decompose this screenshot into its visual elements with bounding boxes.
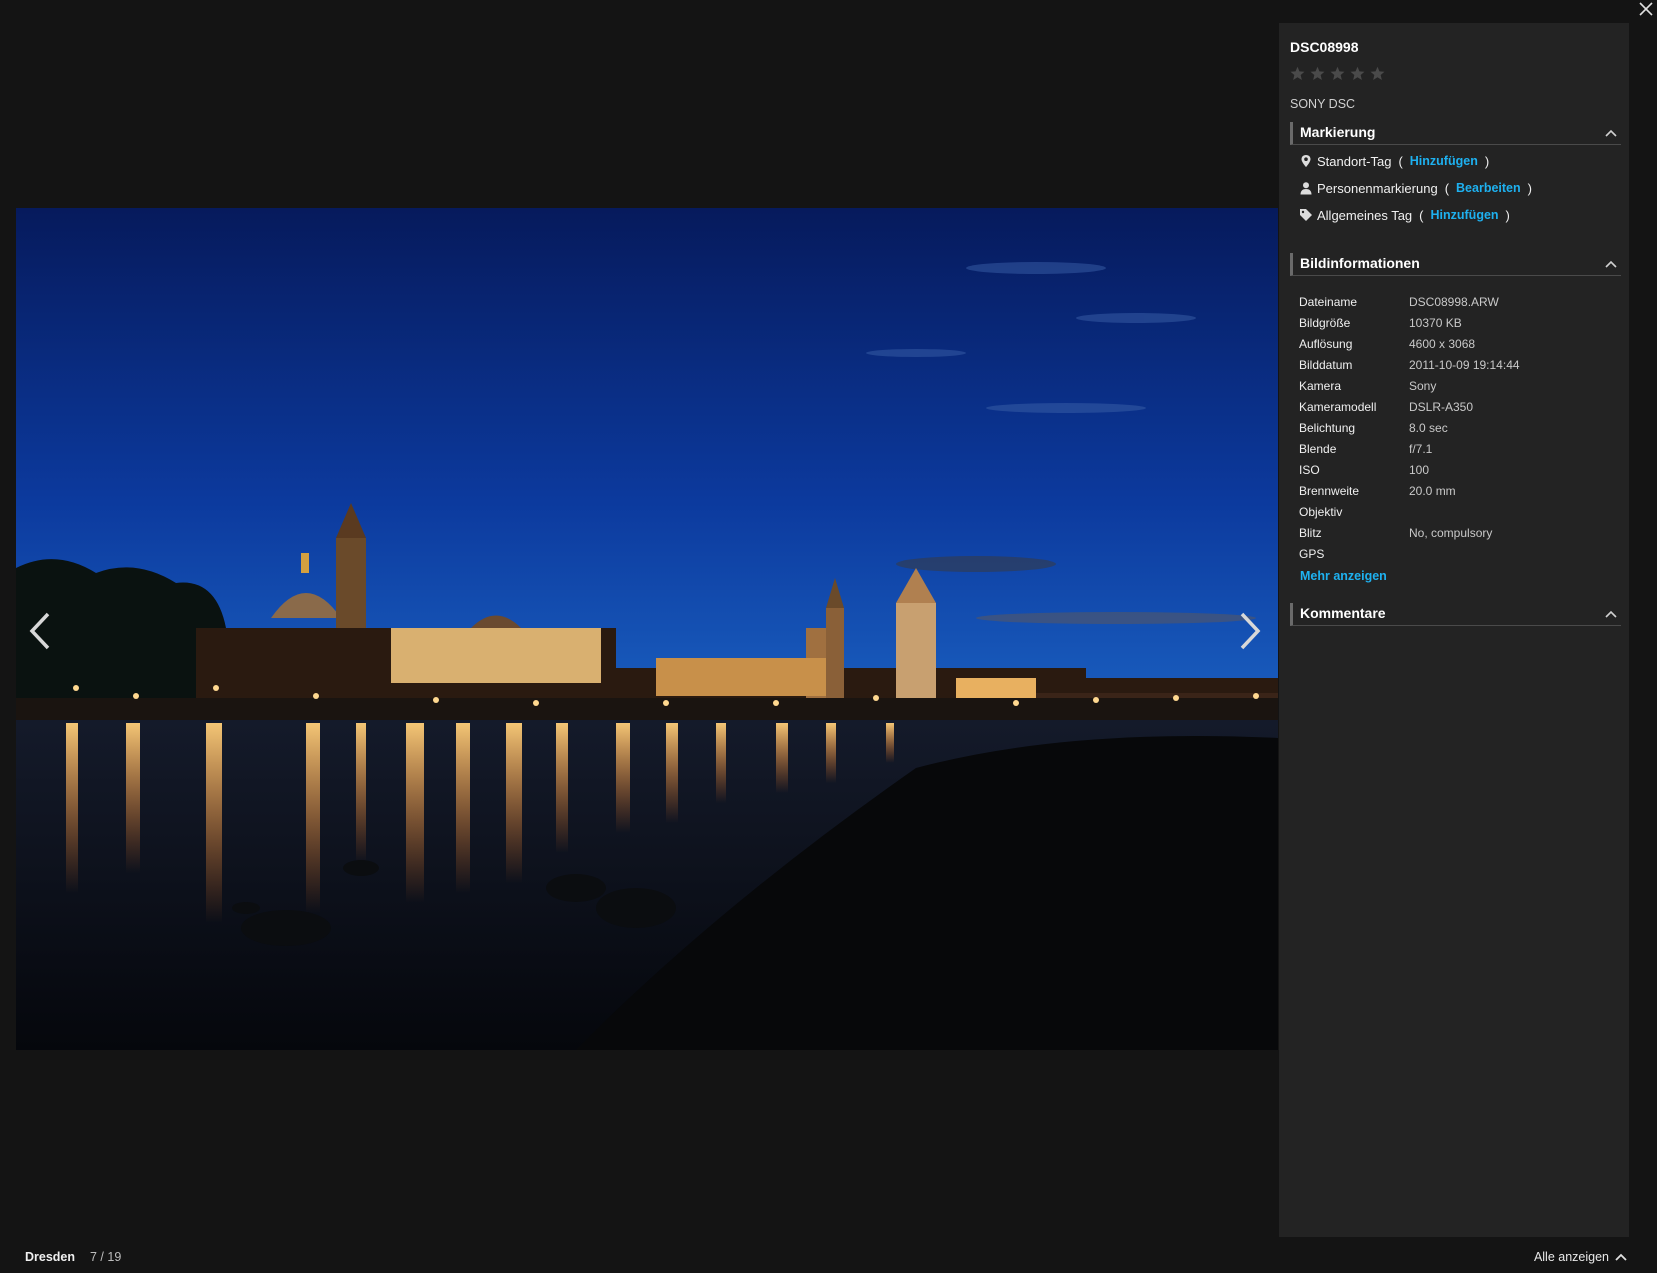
info-key: Kamera	[1299, 379, 1342, 393]
chevron-up-icon	[1615, 1253, 1627, 1261]
section-title: Bildinformationen	[1300, 255, 1420, 271]
info-key: Kameramodell	[1299, 400, 1377, 414]
general-tag-label: Allgemeines Tag	[1317, 207, 1413, 223]
chevron-up-icon	[1605, 610, 1617, 618]
info-value: DSC08998.ARW	[1409, 295, 1499, 309]
photo-position: 7 / 19	[90, 1250, 122, 1264]
image-info-section-header[interactable]: Bildinformationen	[1290, 253, 1621, 276]
edit-person-tag-link[interactable]: Bearbeiten	[1456, 181, 1521, 195]
tag-icon	[1300, 209, 1312, 221]
info-value: 20.0 mm	[1409, 484, 1456, 498]
star-rating[interactable]	[1290, 66, 1385, 81]
section-title: Markierung	[1300, 124, 1376, 140]
main-photo	[16, 208, 1278, 1050]
location-pin-icon	[1301, 155, 1311, 167]
chevron-up-icon	[1605, 260, 1617, 268]
info-value: 2011-10-09 19:14:44	[1409, 358, 1520, 372]
star-icon[interactable]	[1290, 66, 1305, 81]
comments-section-header[interactable]: Kommentare	[1290, 603, 1621, 626]
info-key: Objektiv	[1299, 505, 1343, 519]
general-tag-row: Allgemeines Tag ( Hinzufügen )	[1299, 206, 1513, 224]
photo-description: SONY DSC	[1290, 97, 1356, 111]
info-key: GPS	[1299, 547, 1325, 561]
album-name[interactable]: Dresden	[25, 1250, 75, 1264]
show-all-button[interactable]: Alle anzeigen	[1534, 1250, 1627, 1264]
info-key: Dateiname	[1299, 295, 1358, 309]
star-icon[interactable]	[1350, 66, 1365, 81]
info-key: Blitz	[1299, 526, 1322, 540]
info-key: Bilddatum	[1299, 358, 1353, 372]
show-all-label: Alle anzeigen	[1533, 1250, 1609, 1264]
info-key: Bildgröße	[1299, 316, 1351, 330]
info-key: Belichtung	[1299, 421, 1356, 435]
info-value: 10370 KB	[1409, 316, 1462, 330]
photo-title: DSC08998	[1290, 39, 1359, 55]
next-photo-button[interactable]	[1230, 606, 1270, 656]
chevron-right-icon	[1240, 612, 1261, 650]
person-icon	[1300, 182, 1312, 195]
info-value: DSLR-A350	[1409, 400, 1474, 414]
section-title: Kommentare	[1300, 605, 1386, 621]
info-key: ISO	[1299, 463, 1320, 477]
location-tag-label: Standort-Tag	[1317, 153, 1392, 169]
location-tag-row: Standort-Tag ( Hinzufügen )	[1299, 152, 1492, 170]
star-icon[interactable]	[1370, 66, 1385, 81]
add-location-tag-link[interactable]: Hinzufügen	[1410, 154, 1478, 168]
chevron-up-icon	[1605, 129, 1617, 137]
chevron-left-icon	[29, 612, 50, 650]
add-general-tag-link[interactable]: Hinzufügen	[1431, 208, 1499, 222]
info-value: 4600 x 3068	[1409, 337, 1476, 351]
info-value: 100	[1409, 463, 1430, 477]
info-key: Blende	[1299, 442, 1337, 456]
close-button[interactable]	[1635, 0, 1657, 22]
info-value: No, compulsory	[1409, 526, 1493, 540]
star-icon[interactable]	[1330, 66, 1345, 81]
close-icon	[1639, 2, 1653, 16]
info-key: Auflösung	[1299, 337, 1353, 351]
info-value: f/7.1	[1409, 442, 1433, 456]
person-tag-label: Personenmarkierung	[1317, 180, 1438, 196]
show-more-link[interactable]: Mehr anzeigen	[1300, 569, 1387, 583]
tagging-section-header[interactable]: Markierung	[1290, 122, 1621, 145]
person-tag-row: Personenmarkierung ( Bearbeiten )	[1299, 179, 1535, 197]
star-icon[interactable]	[1310, 66, 1325, 81]
info-key: Brennweite	[1299, 484, 1360, 498]
info-value: 8.0 sec	[1409, 421, 1448, 435]
info-panel: DSC08998 SONY DSC Markierung Standort-Ta…	[1279, 23, 1629, 1237]
info-value: Sony	[1409, 379, 1437, 393]
photo-viewer: DSC08998 SONY DSC Markierung Standort-Ta…	[0, 0, 1657, 1273]
previous-photo-button[interactable]	[20, 606, 60, 656]
